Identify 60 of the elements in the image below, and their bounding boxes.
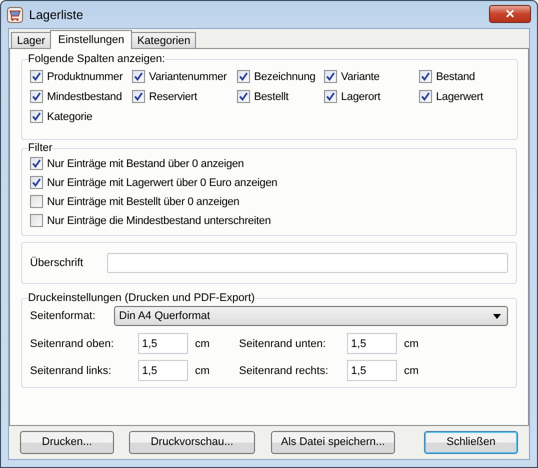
field-label: Seitenrand oben: <box>30 338 115 350</box>
field-label: Seitenrand unten: <box>239 338 327 350</box>
checkbox[interactable] <box>30 157 43 170</box>
dropdown-arrow-icon <box>493 314 501 318</box>
checkbox-label: Bestellt <box>254 90 288 102</box>
checkbox[interactable] <box>324 70 337 83</box>
checkbox[interactable] <box>30 214 43 227</box>
dialog-button[interactable]: Schließen <box>424 430 518 454</box>
unit-label: cm <box>195 364 210 376</box>
checkbox[interactable] <box>30 195 43 208</box>
dialog-button[interactable]: Drucken... <box>20 430 114 454</box>
checkbox[interactable] <box>30 90 43 103</box>
input-field[interactable] <box>107 253 508 273</box>
checkbox-label: Lagerwert <box>436 90 484 102</box>
window-title: Lagerliste <box>29 8 84 22</box>
checkbox[interactable] <box>30 70 43 83</box>
input-field[interactable]: 1,5 <box>138 333 188 354</box>
tab[interactable]: Lager <box>11 32 52 48</box>
checkbox[interactable] <box>237 90 250 103</box>
checkbox-label: Reserviert <box>149 90 198 102</box>
checkbox-label: Bezeichnung <box>254 70 316 82</box>
checkbox[interactable] <box>419 90 432 103</box>
tab[interactable]: Kategorien <box>131 32 196 48</box>
checkbox[interactable] <box>132 90 145 103</box>
checkbox-label: Nur Einträge mit Bestellt über 0 anzeigen <box>47 196 240 208</box>
checkbox-label: Nur Einträge die Mindestbestand unterschreiten <box>47 214 271 226</box>
input-field[interactable]: 1,5 <box>138 360 188 381</box>
field-label: Seitenformat: <box>30 310 96 322</box>
checkbox[interactable] <box>419 70 432 83</box>
unit-label: cm <box>195 338 210 350</box>
shopping-cart-icon <box>7 6 23 22</box>
group-title: Druckeinstellungen (Drucken und PDF-Export) <box>28 292 255 304</box>
checkbox-label: Kategorie <box>47 110 92 122</box>
unit-label: cm <box>404 364 419 376</box>
dialog-button[interactable]: Als Datei speichern... <box>271 430 395 454</box>
checkbox-label: Bestand <box>436 70 475 82</box>
dropdown[interactable]: Din A4 Querformat <box>114 306 508 326</box>
checkbox-label: Nur Einträge mit Lagerwert über 0 Euro anzeigen <box>47 176 278 188</box>
checkbox[interactable] <box>30 176 43 189</box>
group-title: Folgende Spalten anzeigen: <box>28 53 165 65</box>
checkbox-label: Lagerort <box>341 90 380 102</box>
field-label: Überschrift <box>30 257 84 269</box>
dialog-button[interactable]: Druckvorschau... <box>129 430 255 454</box>
close-button[interactable]: ✕ <box>489 4 531 22</box>
field-label: Seitenrand links: <box>30 364 112 376</box>
checkbox[interactable] <box>324 90 337 103</box>
checkbox[interactable] <box>30 110 43 123</box>
group-title: Filter <box>28 142 52 154</box>
input-field[interactable]: 1,5 <box>347 333 397 354</box>
checkbox-label: Produktnummer <box>47 70 123 82</box>
checkbox-label: Variantenummer <box>149 70 227 82</box>
checkbox[interactable] <box>132 70 145 83</box>
checkbox-label: Variante <box>341 70 380 82</box>
checkbox[interactable] <box>237 70 250 83</box>
checkbox-label: Nur Einträge mit Bestand über 0 anzeigen <box>47 158 244 170</box>
unit-label: cm <box>404 338 419 350</box>
input-field[interactable]: 1,5 <box>347 360 397 381</box>
checkbox-label: Mindestbestand <box>47 90 122 102</box>
field-label: Seitenrand rechts: <box>239 364 330 376</box>
tab[interactable]: Einstellungen <box>50 30 132 49</box>
